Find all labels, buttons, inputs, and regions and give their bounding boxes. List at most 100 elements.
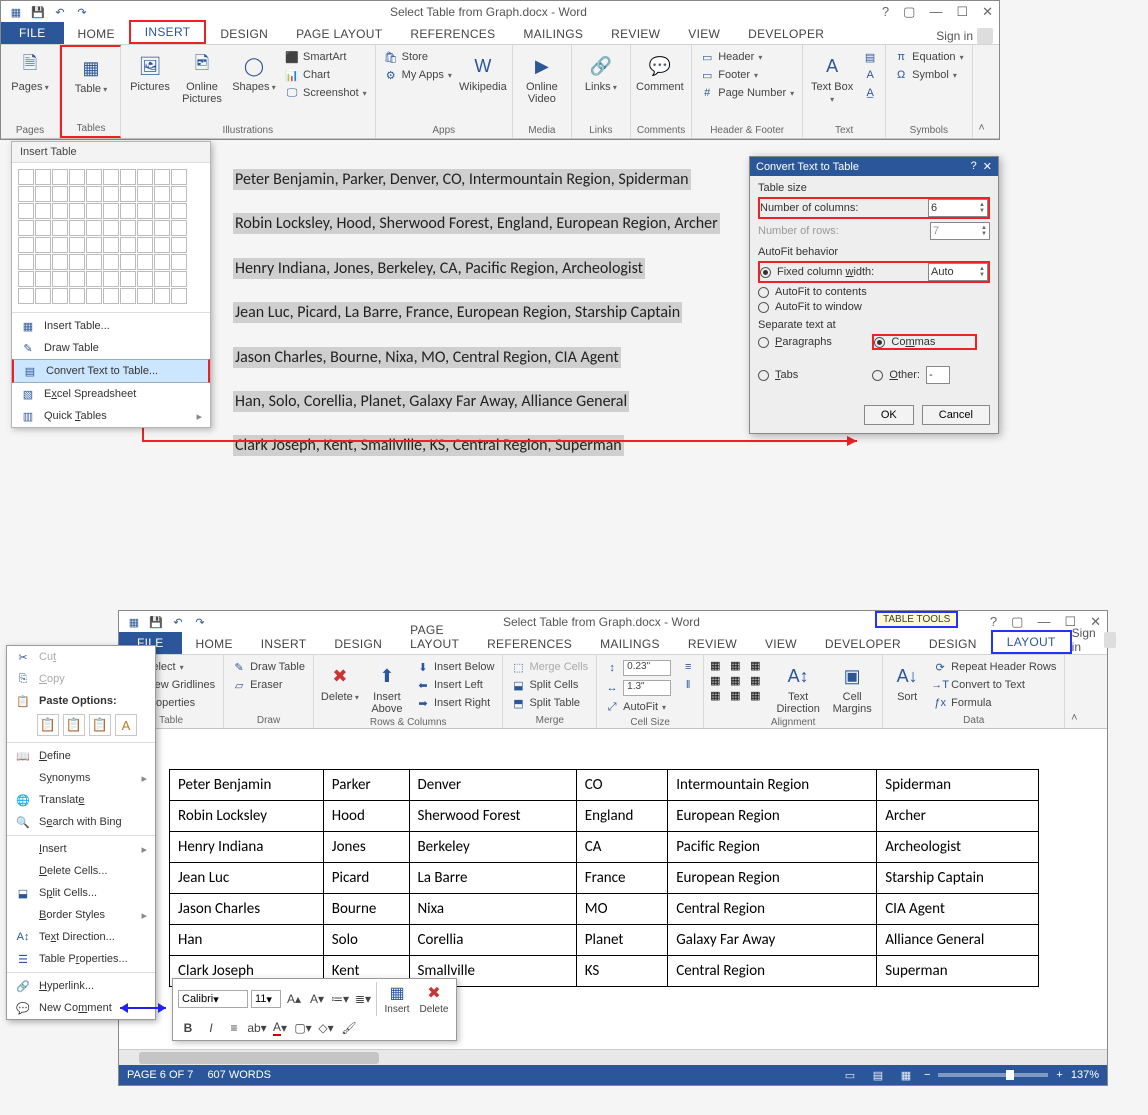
ctx-new-comment[interactable]: 💬New Comment — [7, 997, 155, 1019]
grid-cell[interactable] — [137, 271, 153, 287]
grid-cell[interactable] — [52, 254, 68, 270]
table-row[interactable]: Jason CharlesBourneNixaMOCentral RegionC… — [170, 894, 1039, 925]
grid-cell[interactable] — [52, 288, 68, 304]
grow-font-icon[interactable]: A▴ — [284, 990, 304, 1008]
save-icon[interactable]: 💾 — [147, 613, 165, 631]
grid-cell[interactable] — [171, 186, 187, 202]
highlight-icon[interactable]: ab▾ — [247, 1019, 267, 1037]
insert-right-button[interactable]: ➡Insert Right — [414, 695, 497, 711]
grid-cell[interactable] — [120, 254, 136, 270]
grid-cell[interactable] — [69, 271, 85, 287]
selected-text-line[interactable]: Han, Solo, Corellia, Planet, Galaxy Far … — [233, 391, 629, 412]
grid-cell[interactable] — [137, 254, 153, 270]
grid-cell[interactable] — [69, 254, 85, 270]
symbol-button[interactable]: ΩSymbol — [892, 67, 965, 83]
horizontal-scrollbar[interactable] — [119, 1049, 1107, 1065]
align-center-icon[interactable]: ≡ — [224, 1019, 244, 1037]
table-cell[interactable]: Jason Charles — [170, 894, 324, 925]
quick-parts-button[interactable]: ▤ — [861, 49, 879, 65]
selected-text-line[interactable]: Clark Joseph, Kent, Smallville, KS, Cent… — [233, 435, 624, 456]
paste-picture-icon[interactable]: 📋 — [89, 714, 111, 736]
grid-cell[interactable] — [120, 203, 136, 219]
grid-cell[interactable] — [52, 237, 68, 253]
undo-icon[interactable]: ↶ — [51, 3, 69, 21]
minimize-icon[interactable]: — — [1037, 614, 1050, 630]
paste-merge-icon[interactable]: 📋 — [63, 714, 85, 736]
grid-cell[interactable] — [18, 203, 34, 219]
align-bl-icon[interactable]: ▦ — [710, 689, 728, 702]
status-page[interactable]: PAGE 6 OF 7 — [127, 1069, 193, 1081]
radio-tabs[interactable] — [758, 370, 769, 381]
table-cell[interactable]: Pacific Region — [668, 832, 877, 863]
ctx-text-direction[interactable]: A↕Text Direction... — [7, 926, 155, 948]
screenshot-button[interactable]: 🖵Screenshot — [283, 85, 369, 101]
split-cells-button[interactable]: ⬓Split Cells — [509, 677, 590, 693]
ctx-hyperlink[interactable]: 🔗Hyperlink... — [7, 975, 155, 997]
radio-fixed-width[interactable] — [760, 267, 771, 278]
grid-cell[interactable] — [171, 254, 187, 270]
equation-button[interactable]: πEquation — [892, 49, 965, 65]
minimize-icon[interactable]: — — [929, 4, 942, 20]
row-height-input[interactable]: ↕0.23" — [603, 659, 673, 677]
col-width-input[interactable]: ↔1.3" — [603, 679, 673, 697]
grid-cell[interactable] — [86, 288, 102, 304]
table-cell[interactable]: Nixa — [409, 894, 576, 925]
grid-cell[interactable] — [86, 271, 102, 287]
grid-cell[interactable] — [18, 288, 34, 304]
table-cell[interactable]: Central Region — [668, 894, 877, 925]
dd-draw-table[interactable]: ✎Draw Table — [12, 337, 210, 359]
repeat-header-rows-button[interactable]: ⟳Repeat Header Rows — [931, 659, 1058, 675]
grid-cell[interactable] — [154, 288, 170, 304]
grid-cell[interactable] — [52, 203, 68, 219]
text-direction-button[interactable]: A↕Text Direction — [774, 659, 822, 715]
smartart-button[interactable]: ⬛SmartArt — [283, 49, 369, 65]
font-size-select[interactable]: 11 ▾ — [251, 990, 281, 1008]
table-row[interactable]: HanSoloCorelliaPlanetGalaxy Far AwayAlli… — [170, 925, 1039, 956]
grid-cell[interactable] — [154, 237, 170, 253]
zoom-slider[interactable] — [938, 1073, 1048, 1077]
grid-cell[interactable] — [86, 203, 102, 219]
tab-tabletools-layout[interactable]: LAYOUT — [991, 630, 1072, 654]
grid-cell[interactable] — [103, 254, 119, 270]
grid-cell[interactable] — [154, 271, 170, 287]
tab-references[interactable]: REFERENCES — [473, 634, 586, 654]
ctx-split-cells[interactable]: ⬓Split Cells... — [7, 882, 155, 904]
table-cell[interactable]: England — [576, 801, 667, 832]
font-color-icon[interactable]: A▾ — [270, 1019, 290, 1037]
help-icon[interactable]: ? — [882, 4, 889, 20]
grid-cell[interactable] — [103, 237, 119, 253]
grid-cell[interactable] — [103, 288, 119, 304]
grid-cell[interactable] — [52, 271, 68, 287]
tab-pagelayout[interactable]: PAGE LAYOUT — [396, 620, 473, 654]
radio-commas[interactable] — [874, 337, 885, 348]
table-cell[interactable]: Archeologist — [877, 832, 1039, 863]
pictures-button[interactable]: 🖼Pictures — [127, 49, 173, 93]
table-cell[interactable]: Starship Captain — [877, 863, 1039, 894]
grid-cell[interactable] — [171, 169, 187, 185]
grid-cell[interactable] — [18, 254, 34, 270]
status-words[interactable]: 607 WORDS — [207, 1069, 271, 1081]
grid-cell[interactable] — [154, 186, 170, 202]
bold-icon[interactable]: B — [178, 1019, 198, 1037]
table-cell[interactable]: Superman — [877, 956, 1039, 987]
grid-cell[interactable] — [35, 237, 51, 253]
grid-cell[interactable] — [86, 186, 102, 202]
grid-cell[interactable] — [18, 237, 34, 253]
result-table[interactable]: Peter BenjaminParkerDenverCOIntermountai… — [169, 769, 1039, 987]
grid-cell[interactable] — [103, 271, 119, 287]
grid-cell[interactable] — [154, 203, 170, 219]
pagenumber-button[interactable]: #Page Number — [698, 85, 796, 101]
alignment-grid[interactable]: ▦▦▦ ▦▦▦ ▦▦▦ — [710, 659, 768, 702]
grid-cell[interactable] — [137, 186, 153, 202]
table-cell[interactable]: Central Region — [668, 956, 877, 987]
table-cell[interactable]: Hood — [323, 801, 409, 832]
online-video-button[interactable]: ▶Online Video — [519, 49, 565, 105]
insert-left-button[interactable]: ⬅Insert Left — [414, 677, 497, 693]
cell-margins-button[interactable]: ▣Cell Margins — [828, 659, 876, 715]
table-cell[interactable]: Solo — [323, 925, 409, 956]
sign-in[interactable]: Sign in — [1072, 626, 1116, 654]
table-cell[interactable]: Sherwood Forest — [409, 801, 576, 832]
grid-cell[interactable] — [103, 203, 119, 219]
grid-cell[interactable] — [35, 169, 51, 185]
ctx-translate[interactable]: 🌐Translate — [7, 789, 155, 811]
